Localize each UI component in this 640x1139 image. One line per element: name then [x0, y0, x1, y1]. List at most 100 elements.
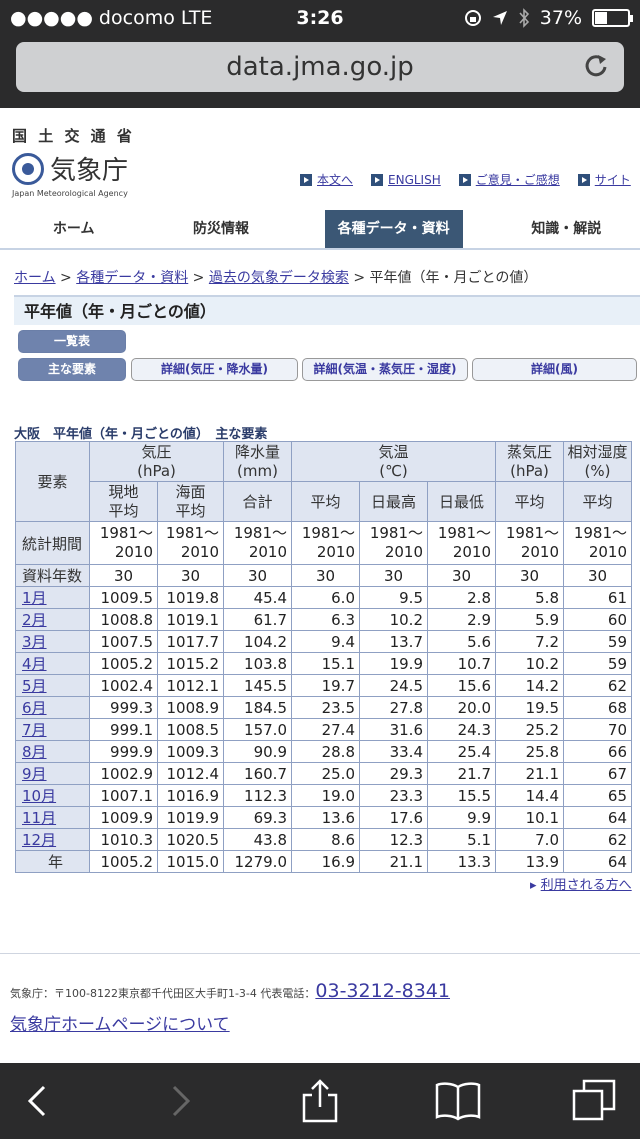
table-row: 12月 1010.3 1020.5 43.8 8.6 12.3 5.1 7.0 62 [15, 828, 632, 851]
month-link[interactable]: 10月 [22, 787, 56, 805]
normals-table: 要素 気圧 (hPa) 降水量 (mm) 気温 (℃) 蒸気圧 (hPa) 相対湿度 (%… [15, 441, 632, 873]
month-link[interactable]: 5月 [22, 677, 47, 695]
precip-total-cell: 160.7 [223, 762, 292, 785]
nav-data[interactable]: 各種データ・資料 [324, 210, 463, 248]
period-cell: 1981～ 2010 [427, 521, 496, 565]
humidity-header: 相対湿度 (%) [563, 441, 632, 482]
table-row: 年 1005.2 1015.0 1279.0 16.9 21.1 13.3 13.9 64 [15, 850, 632, 873]
phone-link[interactable]: 03-3212-8341 [315, 980, 450, 1002]
vapor-avg-cell: 10.2 [495, 652, 564, 675]
precip-total-cell: 157.0 [223, 718, 292, 741]
nav-disaster-info[interactable]: 防災情報 [147, 210, 294, 248]
month-link[interactable]: 6月 [22, 699, 47, 717]
agency-name: 気象庁 [50, 156, 129, 186]
month-link[interactable]: 7月 [22, 721, 47, 739]
forward-icon[interactable] [156, 1077, 204, 1125]
list-button[interactable]: 一覧表 [18, 330, 126, 353]
month-link[interactable]: 1月 [22, 589, 47, 607]
table-row: 3月 1007.5 1017.7 104.2 9.4 13.7 5.6 7.2 59 [15, 630, 632, 653]
temp-min-cell: 24.3 [427, 718, 496, 741]
month-cell: 11月 [15, 806, 90, 829]
breadcrumb-search[interactable]: 過去の気象データ検索 [209, 270, 349, 286]
usage-link[interactable]: ▸ 利用される方へ [530, 874, 632, 893]
reload-icon[interactable] [582, 52, 610, 80]
temp-max-cell: 24.5 [359, 674, 428, 697]
sea-pressure-cell: 1008.5 [157, 718, 224, 741]
footer-address: 気象庁：〒100-8122東京都千代田区大手町1-3-4 代表電話：03-321… [10, 980, 450, 1002]
breadcrumb-home[interactable]: ホーム [14, 270, 56, 286]
link-english[interactable]: ENGLISH [371, 171, 441, 188]
nav-knowledge[interactable]: 知識・解説 [493, 210, 640, 248]
temp-min-cell: 20.0 [427, 696, 496, 719]
temp-max-cell: 19.9 [359, 652, 428, 675]
vapor-avg-cell: 5.8 [495, 586, 564, 609]
detail-wind-button[interactable]: 詳細(風) [472, 358, 637, 381]
pressure-header: 気圧 (hPa) [89, 441, 224, 482]
temp-min-cell: 15.5 [427, 784, 496, 807]
link-feedback[interactable]: ご意見・ご感想 [458, 171, 560, 188]
bluetooth-icon [519, 8, 529, 28]
period-cell: 1981～ 2010 [157, 521, 224, 565]
humidity-avg-cell: 64 [563, 806, 632, 829]
bookmarks-icon[interactable] [434, 1077, 482, 1125]
jma-emblem-icon [12, 152, 44, 185]
temp-max-cell: 21.1 [359, 850, 428, 873]
temp-max-cell: 23.3 [359, 784, 428, 807]
main-elements-button[interactable]: 主な要素 [18, 358, 126, 381]
detail-temp-button[interactable]: 詳細(気温・蒸気圧・湿度) [302, 358, 468, 381]
month-cell: 3月 [15, 630, 90, 653]
station-pressure-cell: 1002.9 [89, 762, 158, 785]
vapor-avg-header: 平均 [495, 481, 564, 522]
temp-min-cell: 25.4 [427, 740, 496, 763]
sea-pressure-cell: 1015.2 [157, 652, 224, 675]
page-title: 平年値（年・月ごとの値） [24, 302, 216, 321]
month-cell: 9月 [15, 762, 90, 785]
period-cell: 1981～ 2010 [291, 521, 360, 565]
month-link[interactable]: 11月 [22, 809, 56, 827]
sea-pressure-cell: 1016.9 [157, 784, 224, 807]
precip-total-cell: 184.5 [223, 696, 292, 719]
share-icon[interactable] [296, 1077, 344, 1125]
tabs-icon[interactable] [570, 1077, 618, 1125]
month-link[interactable]: 9月 [22, 765, 47, 783]
temp-min-cell: 2.8 [427, 586, 496, 609]
vapor-avg-cell: 25.8 [495, 740, 564, 763]
temp-avg-cell: 9.4 [291, 630, 360, 653]
humidity-avg-cell: 62 [563, 828, 632, 851]
years-cell: 30 [291, 564, 360, 587]
month-link[interactable]: 8月 [22, 743, 47, 761]
footer-divider [0, 953, 640, 954]
table-row: 6月 999.3 1008.9 184.5 23.5 27.8 20.0 19.5 68 [15, 696, 632, 719]
precip-header: 降水量 (mm) [223, 441, 292, 482]
sea-pressure-cell: 1019.9 [157, 806, 224, 829]
month-link[interactable]: 3月 [22, 633, 47, 651]
battery-icon [592, 9, 633, 27]
month-link[interactable]: 4月 [22, 655, 47, 673]
link-main-content[interactable]: 本文へ [300, 171, 353, 188]
sea-pressure-cell: 1015.0 [157, 850, 224, 873]
nav-home[interactable]: ホーム [0, 210, 147, 248]
period-label: 統計期間 [15, 521, 90, 565]
month-link[interactable]: 12月 [22, 831, 56, 849]
status-bar: ●●●●● docomo LTE 3:26 37% [0, 0, 640, 36]
arrow-square-icon [577, 173, 590, 186]
temp-max-cell: 9.5 [359, 586, 428, 609]
month-link[interactable]: 2月 [22, 611, 47, 629]
table-row: 10月 1007.1 1016.9 112.3 19.0 23.3 15.5 14.4 65 [15, 784, 632, 807]
detail-pressure-button[interactable]: 詳細(気圧・降水量) [131, 358, 298, 381]
station-pressure-cell: 1008.8 [89, 608, 158, 631]
sea-pressure-cell: 1009.3 [157, 740, 224, 763]
humidity-avg-cell: 64 [563, 850, 632, 873]
temp-min-cell: 10.7 [427, 652, 496, 675]
humidity-avg-cell: 66 [563, 740, 632, 763]
jma-logo[interactable]: 国 土 交 通 省 気象庁 Japan Meteorological Agenc… [12, 125, 152, 200]
about-site-link[interactable]: 気象庁ホームページについて [10, 1010, 230, 1035]
rotation-lock-icon [464, 10, 481, 26]
temp-max-cell: 12.3 [359, 828, 428, 851]
link-sitemap[interactable]: サイト [577, 171, 631, 188]
url-bar[interactable]: data.jma.go.jp [16, 42, 624, 92]
vapor-avg-cell: 25.2 [495, 718, 564, 741]
breadcrumb-data[interactable]: 各種データ・資料 [76, 270, 188, 286]
station-pressure-cell: 1005.2 [89, 850, 158, 873]
back-icon[interactable] [14, 1077, 62, 1125]
